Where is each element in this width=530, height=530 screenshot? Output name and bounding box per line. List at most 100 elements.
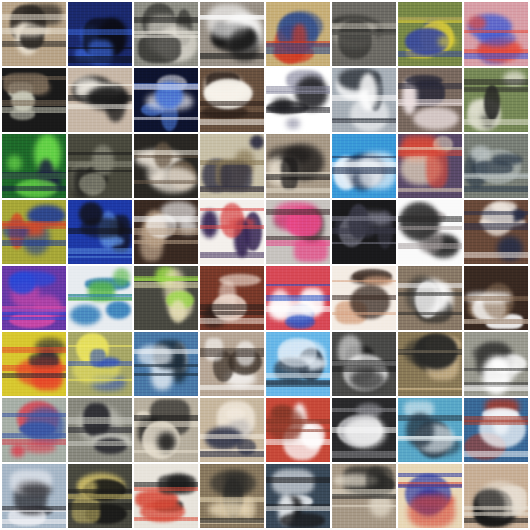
- image-tile-r1-c8: [464, 2, 528, 66]
- tile-noise: [332, 332, 396, 396]
- tile-blob: [343, 354, 387, 392]
- tile-streak: [2, 413, 66, 418]
- tile-blob: [336, 17, 383, 43]
- tile-blob: [166, 474, 191, 492]
- tile-blob: [235, 341, 256, 367]
- image-tile-r6-c3: [134, 332, 198, 396]
- tile-blob: [272, 43, 315, 64]
- tile-blob: [150, 398, 191, 436]
- tile-blob: [399, 151, 443, 185]
- tile-noise: [332, 464, 396, 528]
- tile-blob: [292, 24, 307, 60]
- tile-streak: [2, 14, 66, 20]
- image-tile-r8-c4: [200, 464, 264, 528]
- tile-streak: [134, 363, 198, 368]
- tile-streak: [200, 15, 264, 20]
- tile-noise: [464, 68, 528, 132]
- tile-streak: [464, 210, 528, 216]
- tile-blob: [412, 278, 451, 315]
- tile-blob: [137, 34, 182, 63]
- image-grid: [0, 0, 530, 530]
- tile-streak: [200, 52, 264, 59]
- tile-blob: [212, 21, 228, 46]
- image-tile-r2-c3: [134, 68, 198, 132]
- image-tile-r2-c1: [2, 68, 66, 132]
- tile-blob: [437, 35, 457, 48]
- tile-blob: [113, 268, 131, 287]
- tile-streak: [68, 296, 132, 301]
- image-tile-r5-c1: [2, 266, 66, 330]
- tile-streak: [266, 107, 330, 114]
- tile-blob: [28, 353, 59, 368]
- tile-blob: [333, 474, 379, 487]
- tile-blob: [83, 479, 126, 502]
- tile-streak: [266, 47, 330, 54]
- tile-streak: [266, 85, 330, 92]
- tile-noise: [464, 134, 528, 198]
- tile-streak: [266, 439, 330, 445]
- tile-blob: [277, 493, 294, 525]
- image-tile-r3-c1: [2, 134, 66, 198]
- tile-blob: [405, 74, 443, 86]
- tile-blob: [20, 505, 54, 516]
- tile-streak: [2, 76, 66, 81]
- tile-blob: [420, 435, 462, 457]
- tile-blob: [219, 280, 237, 311]
- tile-streak: [68, 441, 132, 447]
- tile-blob: [220, 161, 253, 191]
- tile-noise: [68, 332, 132, 396]
- tile-blob: [82, 403, 110, 437]
- tile-streak: [200, 451, 264, 457]
- image-tile-r1-c7: [398, 2, 462, 66]
- tile-blob: [405, 473, 452, 514]
- tile-blob: [9, 270, 57, 288]
- tile-noise: [266, 2, 330, 66]
- tile-streak: [200, 348, 264, 353]
- tile-streak: [266, 306, 330, 313]
- tile-blob: [74, 46, 95, 63]
- image-tile-r5-c2: [68, 266, 132, 330]
- tile-noise: [464, 464, 528, 528]
- tile-streak: [68, 344, 132, 347]
- tile-streak: [398, 216, 462, 222]
- tile-blob: [9, 108, 36, 121]
- tile-blob: [272, 98, 294, 113]
- tile-blob: [280, 11, 324, 43]
- image-tile-r7-c4: [200, 398, 264, 462]
- tile-streak: [200, 15, 264, 21]
- tile-blob: [26, 204, 66, 226]
- tile-streak: [332, 360, 396, 367]
- tile-streak: [332, 228, 396, 234]
- tile-blob: [2, 72, 49, 95]
- tile-blob: [87, 86, 130, 110]
- tile-blob: [93, 437, 128, 455]
- tile-streak: [332, 488, 396, 496]
- tile-blob: [283, 494, 303, 519]
- tile-blob: [135, 410, 151, 422]
- tile-streak: [2, 316, 66, 320]
- tile-noise: [332, 134, 396, 198]
- tile-streak: [200, 187, 264, 192]
- tile-blob: [357, 365, 387, 384]
- tile-streak: [464, 505, 528, 511]
- tile-blob: [37, 159, 55, 192]
- tile-streak: [398, 387, 462, 390]
- tile-streak: [464, 223, 528, 231]
- tile-blob: [477, 480, 524, 518]
- tile-streak: [200, 497, 264, 503]
- tile-blob: [243, 212, 263, 251]
- tile-streak: [68, 493, 132, 499]
- tile-blob: [210, 23, 257, 52]
- tile-blob: [277, 12, 318, 52]
- tile-blob: [2, 222, 29, 240]
- tile-streak: [266, 372, 330, 379]
- tile-noise: [464, 332, 528, 396]
- tile-streak: [200, 352, 264, 357]
- tile-streak: [266, 171, 330, 178]
- tile-blob: [496, 486, 528, 515]
- tile-streak: [464, 517, 528, 524]
- tile-blob: [418, 490, 444, 505]
- image-tile-r4-c8: [464, 200, 528, 264]
- tile-streak: [464, 78, 528, 85]
- tile-streak: [332, 119, 396, 123]
